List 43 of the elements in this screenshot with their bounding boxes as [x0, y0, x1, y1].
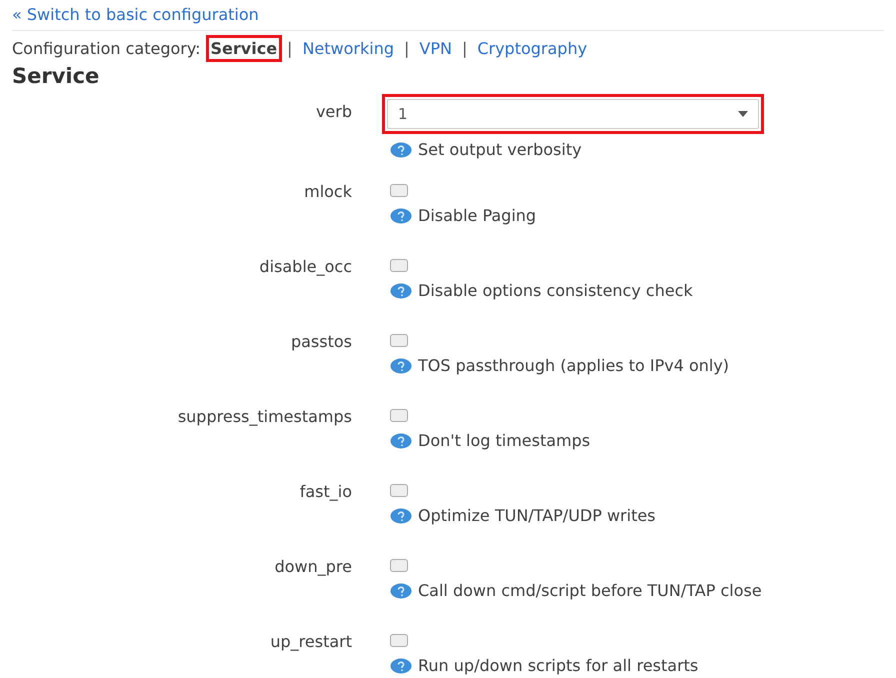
category-tab[interactable]: Networking	[297, 35, 399, 62]
checkbox[interactable]	[390, 634, 408, 647]
option-label: fast_io	[300, 482, 352, 501]
help-text: Call down cmd/script before TUN/TAP close	[418, 581, 762, 600]
separator: |	[462, 39, 468, 58]
help-text: Disable options consistency check	[418, 281, 693, 300]
checkbox[interactable]	[390, 184, 408, 197]
option-label: verb	[316, 102, 352, 121]
help-text: Don't log timestamps	[418, 431, 590, 450]
category-tab[interactable]: Cryptography	[472, 35, 592, 62]
help-icon	[390, 142, 412, 158]
section-title: Service	[12, 64, 100, 88]
help-text: Disable Paging	[418, 206, 536, 225]
option-label: up_restart	[270, 632, 352, 651]
help-icon	[390, 358, 412, 374]
basic-config-link[interactable]: « Switch to basic configuration	[12, 5, 259, 24]
help-icon	[390, 658, 412, 674]
category-label: Configuration category:	[12, 39, 201, 58]
help-icon	[390, 208, 412, 224]
option-label: mlock	[304, 182, 352, 201]
help-text: Run up/down scripts for all restarts	[418, 656, 698, 675]
separator: |	[404, 39, 410, 58]
help-text: Set output verbosity	[418, 140, 582, 159]
help-icon	[390, 282, 412, 298]
caret-icon	[738, 111, 748, 117]
separator: |	[287, 39, 292, 58]
checkbox[interactable]	[390, 259, 408, 272]
help-icon	[390, 508, 412, 524]
help-text: TOS passthrough (applies to IPv4 only)	[418, 356, 730, 375]
category-tab[interactable]: VPN	[414, 35, 457, 62]
option-label: down_pre	[274, 557, 352, 576]
help-icon	[390, 432, 412, 448]
help-icon	[390, 582, 412, 598]
verbosity-select[interactable]: 1	[387, 99, 759, 129]
checkbox[interactable]	[390, 334, 408, 347]
checkbox[interactable]	[390, 484, 408, 497]
help-text: Optimize TUN/TAP/UDP writes	[418, 506, 656, 525]
category-tab[interactable]: Service	[206, 35, 282, 62]
option-label: passtos	[290, 332, 352, 351]
option-label: suppress_timestamps	[178, 407, 352, 426]
option-label: disable_occ	[259, 257, 352, 276]
checkbox[interactable]	[390, 409, 408, 422]
checkbox[interactable]	[390, 559, 408, 572]
